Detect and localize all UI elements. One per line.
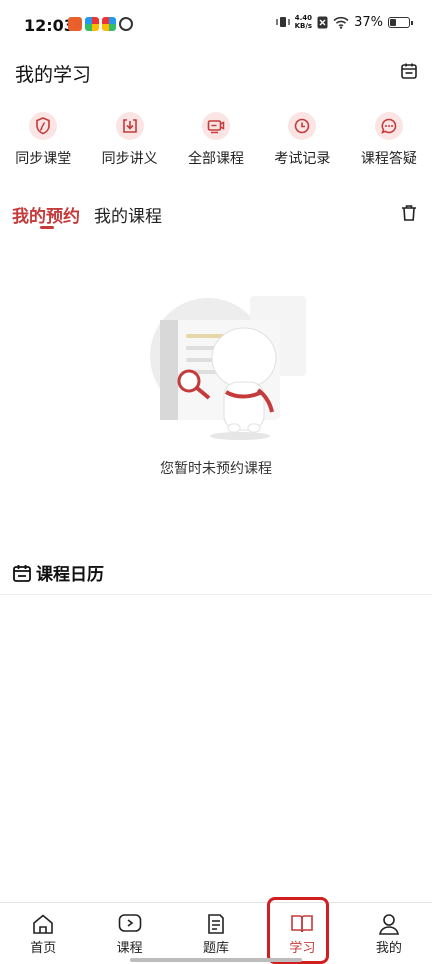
app-notification-icon — [119, 17, 133, 31]
bottom-nav: 首页 课程 题库 学习 我的 — [0, 902, 432, 964]
quick-action-label: 课程答疑 — [360, 151, 417, 167]
nav-question-bank[interactable]: 题库 — [173, 903, 259, 964]
nav-profile[interactable]: 我的 — [346, 903, 432, 964]
quick-action-label: 考试记录 — [274, 151, 331, 167]
download-doc-icon — [115, 112, 144, 140]
tab-bar: 我的预约 我的课程 — [0, 200, 432, 236]
net-speed: 4.40 KB/s — [294, 14, 313, 30]
page-title: 我的学习 — [15, 64, 92, 86]
nav-courses[interactable]: 课程 — [86, 903, 172, 964]
empty-state-message: 您暂时未预约课程 — [160, 461, 272, 477]
nav-label: 学习 — [289, 941, 316, 956]
quick-action-label: 全部课程 — [188, 151, 245, 167]
tab-my-courses[interactable]: 我的课程 — [94, 202, 162, 227]
app-notification-icon — [68, 17, 82, 31]
quick-action-label: 同步课堂 — [15, 151, 72, 167]
app-notification-icon — [102, 17, 116, 31]
wifi-icon — [333, 16, 349, 29]
clock-icon — [288, 112, 317, 140]
open-book-icon — [291, 915, 314, 933]
home-icon — [33, 914, 54, 934]
quick-action-all-courses[interactable]: 全部课程 — [173, 112, 259, 176]
nav-label: 首页 — [30, 941, 57, 956]
sim-icon — [317, 16, 328, 28]
calendar-section-icon — [13, 564, 31, 582]
tab-my-reservations[interactable]: 我的预约 — [12, 202, 80, 227]
notification-icons — [68, 17, 133, 31]
app-notification-icon — [85, 17, 99, 31]
section-divider — [0, 594, 432, 595]
calendar-section-header: 课程日历 — [12, 560, 104, 585]
header: 我的学习 — [0, 50, 432, 94]
quick-action-exam-records[interactable]: 考试记录 — [259, 112, 345, 176]
trash-icon[interactable] — [400, 204, 418, 222]
status-bar: 12:03 4.40 KB/s 37% — [0, 0, 432, 50]
shield-pen-icon — [29, 112, 58, 140]
calendar-section-title: 课程日历 — [36, 565, 104, 585]
calendar-icon[interactable] — [400, 62, 418, 80]
question-bank-icon — [208, 914, 224, 934]
nav-study[interactable]: 学习 — [259, 903, 345, 964]
quick-action-course-qa[interactable]: 课程答疑 — [346, 112, 432, 176]
quick-action-label: 同步讲义 — [101, 151, 158, 167]
quick-actions: 同步课堂 同步讲义 全部课程 考试记录 课程答疑 — [0, 112, 432, 176]
active-tab-indicator — [40, 226, 54, 229]
quick-action-sync-class[interactable]: 同步课堂 — [0, 112, 86, 176]
play-screen-icon — [118, 914, 141, 932]
video-course-icon — [202, 112, 231, 140]
chat-bubble-icon — [374, 112, 403, 140]
quick-action-sync-handout[interactable]: 同步讲义 — [86, 112, 172, 176]
user-icon — [378, 914, 399, 935]
battery-percent: 37% — [354, 14, 383, 30]
empty-state-illustration — [150, 296, 306, 440]
vibrate-icon — [275, 17, 290, 27]
status-right: 4.40 KB/s 37% — [275, 14, 413, 30]
nav-home[interactable]: 首页 — [0, 903, 86, 964]
nav-label: 我的 — [375, 941, 402, 956]
home-indicator[interactable] — [130, 958, 302, 962]
nav-label: 课程 — [116, 941, 143, 956]
nav-label: 题库 — [203, 941, 230, 956]
battery-icon — [388, 16, 413, 28]
